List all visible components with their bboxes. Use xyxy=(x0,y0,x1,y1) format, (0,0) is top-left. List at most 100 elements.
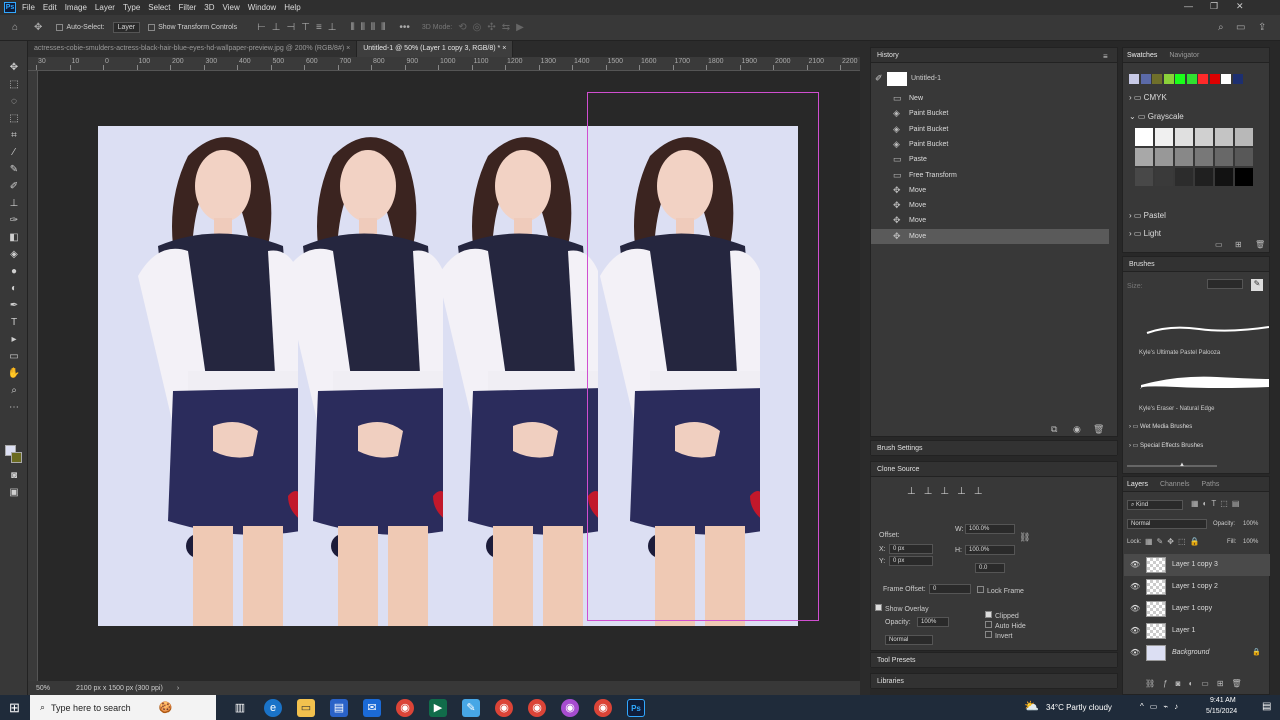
home-icon[interactable]: ⌂ xyxy=(12,22,18,33)
brush-size-slider[interactable]: ▲ xyxy=(1127,462,1217,468)
visibility-eye-icon[interactable]: 👁 xyxy=(1130,560,1140,569)
visibility-eye-icon[interactable]: 👁 xyxy=(1130,582,1140,591)
path-select-icon[interactable]: ▸ xyxy=(7,333,21,347)
more-options-icon[interactable]: ••• xyxy=(399,22,410,33)
color-swatch[interactable] xyxy=(1163,74,1174,84)
distribute-h-icon[interactable]: ⫴ xyxy=(361,22,365,33)
grayscale-swatch[interactable] xyxy=(1135,148,1153,166)
healing-brush-icon[interactable]: ✎ xyxy=(7,163,21,177)
mail-icon[interactable]: ✉ xyxy=(363,698,381,717)
transform-selection-box[interactable] xyxy=(587,92,819,621)
blend-mode-dropdown[interactable]: Normal xyxy=(1127,519,1207,529)
pen-tool-icon[interactable]: ✒ xyxy=(7,299,21,313)
store-icon[interactable]: ▤ xyxy=(330,698,348,717)
edge-icon[interactable]: e xyxy=(264,698,282,717)
link-icon[interactable]: ⛓ xyxy=(1019,532,1030,543)
grayscale-swatch[interactable] xyxy=(1195,168,1213,186)
clock-time[interactable]: 9:41 AM xyxy=(1210,697,1236,704)
brush-size-field[interactable] xyxy=(1207,279,1243,289)
zoom-tool-icon[interactable]: ⌕ xyxy=(7,384,21,398)
notification-icon[interactable]: ▤ xyxy=(1262,701,1271,712)
layer-row[interactable]: 👁 Background 🔒 xyxy=(1124,642,1270,664)
menu-filter[interactable]: Filter xyxy=(179,3,197,12)
frame-offset-field[interactable]: 0 xyxy=(929,584,971,594)
show-overlay-checkbox[interactable]: Show Overlay xyxy=(875,604,929,613)
trash-icon[interactable]: 🗑 xyxy=(1093,424,1104,435)
move-tool-icon[interactable]: ✥ xyxy=(7,61,21,75)
layer-row[interactable]: 👁 Layer 1 xyxy=(1124,620,1270,642)
layer-row[interactable]: 👁 Layer 1 copy 3 xyxy=(1124,554,1270,576)
lock-icons[interactable]: ▦✎✥⬚🔒 xyxy=(1145,537,1203,546)
color-swatch[interactable] xyxy=(1232,74,1243,84)
quick-mask-icon[interactable]: ◙ xyxy=(7,469,21,483)
visibility-eye-icon[interactable]: 👁 xyxy=(1130,648,1140,657)
color-swatch[interactable] xyxy=(1140,74,1151,84)
menu-view[interactable]: View xyxy=(223,3,240,12)
person-layer-image[interactable] xyxy=(263,126,443,626)
new-brush-icon[interactable]: ✎ xyxy=(1251,279,1263,291)
screen-mode-icon[interactable]: ▣ xyxy=(7,486,21,500)
brush-stroke-preview[interactable] xyxy=(1129,313,1270,335)
3d-pan-icon[interactable]: ✣ xyxy=(487,22,495,33)
new-document-from-state-icon[interactable]: ⧉ xyxy=(1051,424,1057,435)
grayscale-swatch[interactable] xyxy=(1135,128,1153,146)
align-center-icon[interactable]: ⊥ xyxy=(272,22,281,33)
app-icon[interactable]: ▶ xyxy=(429,698,447,717)
tab-close-icon[interactable]: × xyxy=(346,45,350,52)
tool-presets-header[interactable]: Tool Presets xyxy=(870,652,1118,668)
auto-select-dropdown[interactable]: Layer xyxy=(112,22,141,33)
delete-swatch-icon[interactable]: 🗑 xyxy=(1255,240,1265,249)
eyedropper-icon[interactable]: ⁄ xyxy=(7,146,21,160)
history-item[interactable]: ▭ New xyxy=(871,91,1109,106)
grayscale-swatch[interactable] xyxy=(1155,128,1173,146)
camera-snapshot-icon[interactable]: ◉ xyxy=(1073,424,1081,435)
auto-select-checkbox[interactable]: Auto-Select: xyxy=(56,24,105,31)
share-icon[interactable]: ⇪ xyxy=(1258,22,1266,33)
angle-field[interactable]: 0.0 xyxy=(975,563,1005,573)
grayscale-swatch[interactable] xyxy=(1235,168,1253,186)
grayscale-swatch[interactable] xyxy=(1235,128,1253,146)
distribute-space-icon[interactable]: ⫴ xyxy=(381,22,385,33)
person-layer-image[interactable] xyxy=(418,126,598,626)
swatch-folder-pastel[interactable]: › ▭ Pastel xyxy=(1129,211,1166,220)
layer-filter-kind[interactable]: ⌕ Kind xyxy=(1127,500,1183,510)
menu-help[interactable]: Help xyxy=(284,3,300,12)
grayscale-swatch[interactable] xyxy=(1175,148,1193,166)
color-swatch[interactable] xyxy=(1129,74,1139,84)
history-snapshot[interactable]: ✐ Untitled-1 xyxy=(871,70,1109,88)
chrome-profile-icon[interactable]: ◉ xyxy=(528,698,546,717)
width-field[interactable]: 100.0% xyxy=(965,524,1015,534)
tab-navigator[interactable]: Navigator xyxy=(1159,52,1199,59)
menu-file[interactable]: File xyxy=(22,3,35,12)
blur-tool-icon[interactable]: ● xyxy=(7,265,21,279)
chrome-icon[interactable]: ◉ xyxy=(396,698,414,717)
offset-x-field[interactable]: 0 px xyxy=(889,544,933,554)
shape-tool-icon[interactable]: ▭ xyxy=(7,350,21,364)
3d-roll-icon[interactable]: ◎ xyxy=(473,22,482,33)
weather-text[interactable]: 34°C Partly cloudy xyxy=(1046,703,1112,712)
3d-slide-icon[interactable]: ⇆ xyxy=(502,22,510,33)
history-item[interactable]: ▭ Paste xyxy=(871,152,1109,167)
layer-row[interactable]: 👁 Layer 1 copy xyxy=(1124,598,1270,620)
menu-window[interactable]: Window xyxy=(248,3,276,12)
file-explorer-icon[interactable]: ▭ xyxy=(297,698,315,717)
menu-select[interactable]: Select xyxy=(148,3,170,12)
brush-item-natural-edge[interactable]: Kyle's Eraser - Natural Edge xyxy=(1139,406,1215,412)
auto-hide-checkbox[interactable]: Auto Hide xyxy=(985,621,1026,630)
libraries-header[interactable]: Libraries xyxy=(870,673,1118,689)
more-tools-icon[interactable]: ⋯ xyxy=(7,401,21,415)
tab-channels[interactable]: Channels xyxy=(1150,481,1190,488)
brush-folder-wet-media[interactable]: › ▭ Wet Media Brushes xyxy=(1129,423,1192,430)
task-view-icon[interactable]: ▥ xyxy=(231,699,249,717)
tab-layers[interactable]: Layers xyxy=(1123,481,1148,488)
swatch-folder-grayscale[interactable]: ⌄ ▭ Grayscale xyxy=(1129,112,1184,121)
swatch-folder-light[interactable]: › ▭ Light xyxy=(1129,229,1161,238)
windows-start-icon[interactable]: ⊞ xyxy=(9,700,20,716)
object-select-icon[interactable]: ⬚ xyxy=(7,112,21,126)
brush-tool-icon[interactable]: ✐ xyxy=(7,180,21,194)
move-tool-icon[interactable]: ✥ xyxy=(34,22,42,33)
grayscale-swatch[interactable] xyxy=(1215,128,1233,146)
brush-stroke-preview[interactable] xyxy=(1137,369,1269,391)
grayscale-swatch[interactable] xyxy=(1135,168,1153,186)
status-arrow-icon[interactable]: › xyxy=(177,685,179,692)
